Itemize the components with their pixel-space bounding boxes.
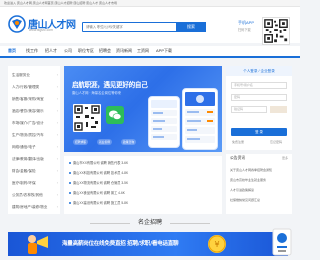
list-item[interactable]: 唐山XX食品有限公司 诚聘 普工 4-6K [69,189,217,198]
latest-jobs: 唐山市XX有限公司 诚聘 销售代表 3-6K 唐山XX科技有限公司 诚聘 技术员… [64,156,222,214]
login-tabs[interactable]: 个人登录 / 企业登录 [226,66,292,76]
bullet-icon [69,192,71,194]
category-item[interactable]: 法律/教育/翻译/出版 › [12,154,58,165]
banner-title: 启航职涯，遇见更好的自己 [72,81,148,89]
qr-code-icon [73,104,101,132]
divider [90,223,130,224]
nav-item-job-zone[interactable]: 职位专区 [78,46,94,56]
phone-screen-icon [151,100,177,140]
category-item[interactable]: 生产/物流/质控/汽车 › [12,130,58,141]
bullet-icon [69,172,71,174]
notice-more-link[interactable]: 更多 [282,156,288,160]
top-bar: 欢迎进入 唐山人才网 唐山人才网首页 唐山人才招聘 唐山招聘 唐山人才 唐山人才… [0,0,300,7]
captcha-image[interactable] [270,106,287,113]
person-megaphone-icon [28,235,48,254]
notice-panel: 公告资讯 更多 关于唐山人才网春季招聘会通知 唐山市高校毕业生就业服务 人才引进… [226,154,292,214]
nav-item-news[interactable]: 资讯新闻 [116,46,132,56]
notice-title: 公告资讯 [230,156,246,160]
search-box: 搜索 [82,22,206,32]
list-item[interactable]: 唐山XX建设有限公司 诚聘 施工员 5-8K [69,199,217,208]
nav-item-company[interactable]: 公司 [64,46,72,56]
password-field[interactable]: 密码 [231,94,287,101]
login-panel: 个人登录 / 企业登录 手机号/用户名 密码 验证码 登 录 免费注册 忘记密码 [226,66,292,150]
login-button[interactable]: 登 录 [231,128,287,136]
category-item[interactable]: 酒店/餐饮/美容/娱乐 › [12,106,58,117]
nav-item-app[interactable]: APP下载 [156,46,172,56]
app-title: 手机APP [238,20,255,25]
list-item[interactable]: 唐山XX物流有限公司 诚聘 仓管员 3-5K [69,179,217,188]
captcha-field[interactable]: 验证码 [231,106,267,113]
category-item[interactable]: 网络/通信/电子 › [12,142,58,153]
chevron-right-icon: › [56,145,58,149]
chevron-right-icon: › [56,121,58,125]
wechat-icon [106,106,124,124]
nav-item-hire[interactable]: 招人才 [45,46,57,56]
notice-item[interactable]: 社保缴纳常见问题汇总 [230,198,290,202]
famous-companies-heading: 名企招聘 [0,218,300,228]
bullet-icon [69,202,71,204]
list-item[interactable]: 唐山市XX有限公司 诚聘 销售代表 3-6K [69,159,217,168]
chevron-right-icon: › [56,85,58,89]
notice-item[interactable]: 人才引进政策解读 [230,188,290,192]
app-subtitle: 扫码下载 [238,28,251,32]
hero-banner[interactable]: 启航职涯，遇见更好的自己 唐山人才网 · 海量名企岗位等你来 招聘求职 就业指导 [64,66,222,152]
svg-text:¥: ¥ [214,240,219,249]
category-item[interactable]: 建筑/房地产/装修/物业 › [12,202,58,213]
logo-url: www.tsgsrc.com [29,28,53,32]
search-input[interactable] [86,23,174,31]
chevron-right-icon: › [56,157,58,161]
qr-code-icon [262,17,290,45]
header: 唐山人才网 www.tsgsrc.com 搜索 手机APP 扫码下载 [0,7,300,45]
phone-screen-icon [185,92,215,143]
category-item[interactable]: 销售/客服/采购/淘宝 › [12,94,58,105]
banner-subtitle: 唐山人才网 · 海量名企岗位等你来 [72,91,122,95]
site-logo[interactable]: 唐山人才网 www.tsgsrc.com [8,15,76,35]
banner-tag: 就业指导 [97,139,113,145]
bullet-icon [69,162,71,164]
username-field[interactable]: 手机号/用户名 [231,82,287,89]
customer-service-icon[interactable] [272,228,292,256]
chevron-right-icon: › [56,181,58,185]
category-item[interactable]: 生活服务业 › [12,70,58,81]
logo-mark-icon [8,15,26,33]
forgot-password-link[interactable]: 忘记密码 [270,140,282,144]
nav-item-job-fair[interactable]: 招聘会 [99,46,111,56]
welcome-text: 欢迎进入 唐山人才网 唐山人才网首页 唐山人才招聘 唐山招聘 唐山人才 唐山人才… [4,1,118,5]
category-item[interactable]: 人力/行政/管理类 › [12,82,58,93]
category-item[interactable]: 医疗/制药/环保 › [12,178,58,189]
category-item[interactable]: 财会/金融/保险 › [12,166,58,177]
notice-item[interactable]: 关于唐山人才网春季招聘会通知 [230,168,290,172]
phone-mockup [182,88,218,150]
chevron-right-icon: › [56,73,58,77]
chevron-right-icon: › [56,97,58,101]
list-item[interactable]: 唐山XX科技有限公司 诚聘 技术员 4-8K [69,169,217,178]
chevron-right-icon: › [56,169,58,173]
main-nav: 首页 找工作 招人才 公司 职位专区 招聘会 资讯新闻 工资网 APP下载 [0,46,300,58]
promo-banner[interactable]: 海量高薪岗位在线免费直招 招聘/求职/看电话直聊 ¥ [8,232,288,256]
notice-item[interactable]: 唐山市高校毕业生就业服务 [230,178,290,182]
chevron-right-icon: › [56,205,58,209]
chevron-right-icon: › [56,109,58,113]
nav-item-find-job[interactable]: 找工作 [26,46,38,56]
phone-mockup [148,96,180,148]
promo-text: 海量高薪岗位在线免费直招 招聘/求职/看电话直聊 [62,241,179,247]
search-button[interactable]: 搜索 [176,22,206,32]
page: 欢迎进入 唐山人才网 唐山人才网首页 唐山人才招聘 唐山招聘 唐山人才 唐山人才… [0,0,300,260]
chevron-right-icon: › [56,133,58,137]
category-menu: 生活服务业 › 人力/行政/管理类 › 销售/客服/采购/淘宝 › 酒店/餐饮/美容/… [8,66,60,214]
banner-tag: 政策咨询 [121,139,137,145]
nav-item-home[interactable]: 首页 [8,46,16,56]
register-link[interactable]: 免费注册 [232,140,244,144]
section-title-text: 名企招聘 [137,220,162,226]
banner-tag: 招聘求职 [73,139,89,145]
nav-item-salary[interactable]: 工资网 [137,46,149,56]
category-item[interactable]: 公务员/农林牧/其他 › [12,190,58,201]
bullet-icon [69,182,71,184]
coin-icon: ¥ [208,235,226,253]
category-item[interactable]: 市场/媒介/广告/设计 › [12,118,58,129]
app-download[interactable]: 手机APP 扫码下载 [238,20,260,32]
divider [170,223,210,224]
chevron-right-icon: › [56,193,58,197]
